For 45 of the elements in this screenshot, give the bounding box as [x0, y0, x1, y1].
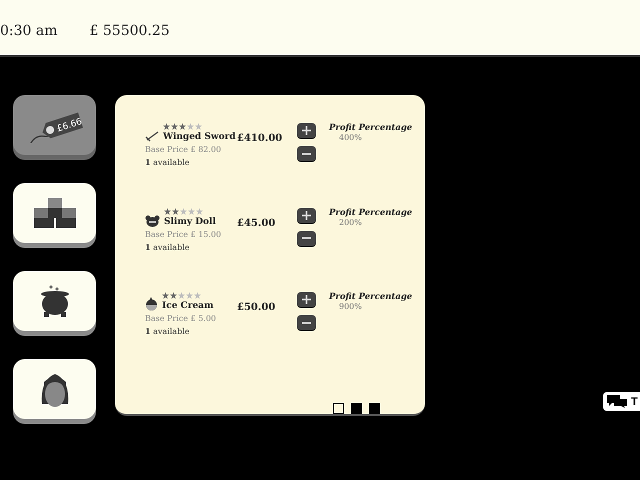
- bear-icon: [145, 214, 160, 227]
- plus-icon: [302, 295, 311, 304]
- decrease-button[interactable]: [297, 315, 316, 330]
- availability: 1 available: [145, 242, 190, 252]
- tag-price: £6.66: [55, 117, 83, 134]
- profit-label: Profit Percentage: [329, 208, 411, 218]
- availability: 1 available: [145, 326, 190, 336]
- decrease-button[interactable]: [297, 146, 316, 161]
- profit-label: Profit Percentage: [329, 123, 411, 133]
- chat-button[interactable]: T: [603, 392, 640, 411]
- category-button[interactable]: [13, 359, 96, 419]
- blocks-icon: [34, 198, 76, 228]
- profit-label: Profit Percentage: [329, 292, 411, 302]
- increase-button[interactable]: [297, 292, 316, 308]
- category-button[interactable]: [13, 183, 96, 243]
- clock-time: 0:30 am: [0, 22, 58, 38]
- category-button[interactable]: [13, 271, 96, 331]
- product-name: Slimy Doll: [164, 216, 216, 227]
- profit-percentage: 400%: [338, 133, 363, 142]
- minus-icon: [302, 152, 311, 154]
- sword-icon: [145, 130, 159, 142]
- ice-cream-icon: [145, 297, 158, 312]
- decrease-button[interactable]: [297, 230, 316, 246]
- page-indicator[interactable]: [333, 403, 344, 414]
- chat-icon: [607, 395, 627, 408]
- base-price: Base Price £ 82.00: [145, 145, 222, 154]
- profit-percentage: 900%: [338, 302, 363, 312]
- sale-price: £50.00: [237, 302, 276, 314]
- price-tag-icon: [28, 112, 83, 143]
- availability: 1 available: [145, 157, 190, 167]
- plus-icon: [302, 210, 311, 220]
- money-balance: £ 55500.25: [90, 22, 170, 38]
- minus-icon: [302, 322, 311, 324]
- base-price: Base Price £ 5.00: [145, 314, 217, 324]
- plus-icon: [302, 126, 311, 135]
- increase-button[interactable]: [297, 208, 316, 223]
- minus-icon: [302, 237, 311, 240]
- product-name: Winged Sword: [163, 132, 236, 142]
- base-price: Base Price £ 15.00: [145, 230, 222, 239]
- sale-price: £45.00: [237, 218, 276, 229]
- category-button[interactable]: £6.66: [13, 95, 96, 155]
- sale-price: £410.00: [237, 133, 284, 144]
- product-name: Ice Cream: [162, 301, 214, 312]
- increase-button[interactable]: [297, 123, 316, 138]
- profit-percentage: 200%: [338, 218, 363, 227]
